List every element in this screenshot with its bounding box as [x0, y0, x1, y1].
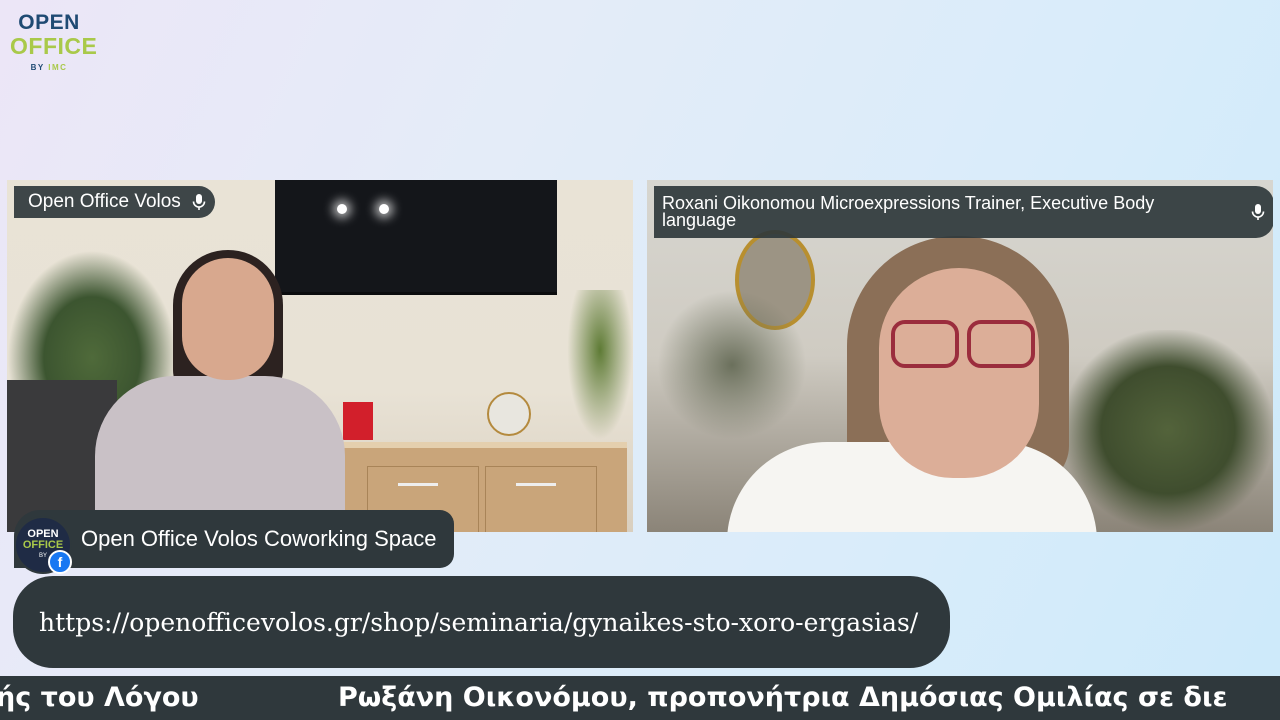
plant-decor [1063, 330, 1273, 530]
logo-text-by-imc: BY IMC [30, 63, 68, 72]
video-feed-open-office-volos[interactable]: Open Office Volos [7, 180, 633, 532]
news-ticker: ής του Λόγου Ρωξάνη Οικονόμου, προπονήτρ… [0, 676, 1280, 720]
logo-text-office: OFFICE [10, 33, 98, 59]
logo-text-open: OPEN [18, 11, 80, 34]
flower-pot-decor [343, 402, 373, 440]
glasses-decor [891, 320, 1035, 368]
participant-body [95, 376, 345, 532]
channel-avatar: OPEN OFFICE BY f [14, 516, 72, 574]
participant-name: Roxani Oikonomou Microexpressions Traine… [662, 193, 1155, 230]
participant-face [182, 258, 274, 380]
participant-name: Open Office Volos [28, 191, 181, 212]
plant-decor [657, 290, 807, 440]
url-overlay: https://openofficevolos.gr/shop/seminari… [13, 576, 950, 668]
ticker-segment: Ρωξάνη Οικονόμου, προπονήτρια Δημόσιας Ο… [338, 682, 1228, 713]
channel-banner: OPEN OFFICE BY f Open Office Volos Cowor… [14, 510, 454, 574]
open-office-logo: OPEN OFFICE BY IMC [10, 11, 98, 73]
video-feed-roxani-oikonomou[interactable]: Roxani Oikonomou Microexpressions Traine… [647, 180, 1273, 532]
ticker-segment: ής του Λόγου [0, 682, 199, 713]
participant-name-tag: Open Office Volos [14, 186, 215, 218]
tv-decor [275, 180, 557, 295]
globe-decor [487, 392, 531, 436]
banner-title: Open Office Volos Coworking Space [81, 526, 437, 551]
microphone-icon [1251, 204, 1265, 220]
participant-face [879, 268, 1039, 478]
facebook-icon: f [48, 550, 72, 574]
url-text: https://openofficevolos.gr/shop/seminari… [39, 607, 919, 637]
participant-name-tag: Roxani Oikonomou Microexpressions Traine… [654, 186, 1273, 238]
plant-decor [567, 290, 633, 440]
microphone-icon [192, 194, 206, 210]
